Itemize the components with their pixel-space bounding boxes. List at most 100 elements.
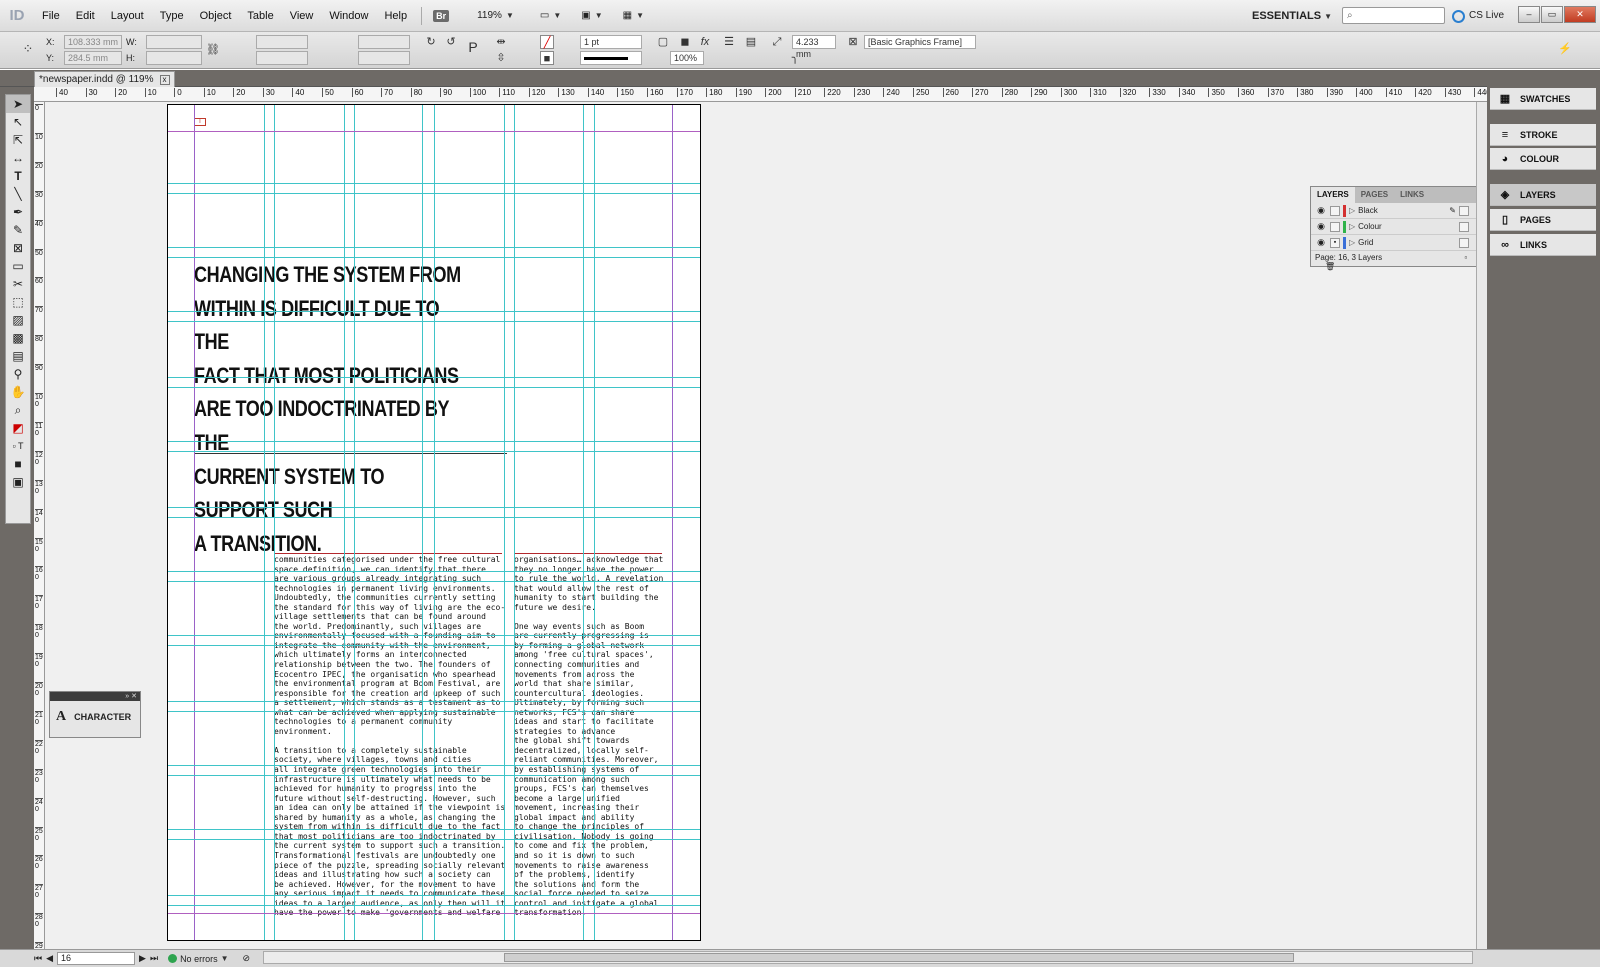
line-tool-icon[interactable]: ╲: [6, 185, 30, 203]
rotate-cw-icon[interactable]: ↻: [424, 35, 438, 49]
trash-icon[interactable]: 🗑: [1325, 262, 1335, 271]
direct-selection-tool-icon[interactable]: ↖: [6, 113, 30, 131]
object-style-icon[interactable]: ⊠: [846, 35, 860, 49]
tab-pages[interactable]: PAGES: [1355, 187, 1394, 203]
lock-icon[interactable]: ▪: [1330, 237, 1340, 248]
dock-item-links[interactable]: ∞ LINKS: [1490, 234, 1596, 256]
opacity-field[interactable]: 100%: [670, 51, 704, 65]
layer-target-icon[interactable]: [1459, 205, 1469, 216]
layer-row-grid[interactable]: ◉ ▪ ▷ Grid: [1311, 235, 1485, 251]
menu-type[interactable]: Type: [152, 0, 192, 32]
reference-point-icon[interactable]: ⁘: [18, 42, 38, 60]
fx-icon[interactable]: fx: [698, 35, 712, 49]
menu-file[interactable]: File: [34, 0, 68, 32]
menu-edit[interactable]: Edit: [68, 0, 103, 32]
page-tool-icon[interactable]: ⇱: [6, 131, 30, 149]
scroll-thumb[interactable]: [504, 953, 1294, 962]
menu-view[interactable]: View: [282, 0, 322, 32]
layer-row-black[interactable]: ◉ ▷ Black ✎: [1311, 203, 1485, 219]
shear-field[interactable]: [358, 51, 410, 65]
pencil-tool-icon[interactable]: ✎: [6, 221, 30, 239]
page-number-field[interactable]: 16: [57, 952, 136, 965]
last-page-icon[interactable]: ⏭: [150, 953, 158, 964]
constrain-proportions-icon[interactable]: ⛓: [206, 43, 220, 57]
dock-item-pages[interactable]: ▯ PAGES: [1490, 209, 1596, 231]
dock-item-layers[interactable]: ◈ LAYERS: [1490, 184, 1596, 206]
object-style-dropdown[interactable]: [Basic Graphics Frame]: [864, 35, 976, 49]
gradient-tool-icon[interactable]: ▨: [6, 311, 30, 329]
menu-table[interactable]: Table: [239, 0, 281, 32]
search-input[interactable]: ⌕: [1342, 7, 1445, 24]
rectangle-frame-tool-icon[interactable]: ⊠: [6, 239, 30, 257]
scissors-tool-icon[interactable]: ✂: [6, 275, 30, 293]
gap-tool-icon[interactable]: ↔: [6, 149, 30, 167]
scale-y-field[interactable]: [256, 51, 308, 65]
fill-stroke-icon[interactable]: ◩: [6, 419, 30, 437]
flip-vertical-icon[interactable]: ⇳: [494, 51, 508, 65]
minimize-button[interactable]: –: [1518, 6, 1540, 23]
x-field[interactable]: 108.333 mm: [64, 35, 122, 49]
body-text-column-left[interactable]: communities categorised under the free c…: [274, 555, 508, 941]
next-page-icon[interactable]: ▶: [139, 953, 146, 964]
hand-tool-icon[interactable]: ✋: [6, 383, 30, 401]
vertical-ruler[interactable]: 0 10 20 30 40 50 60 70 80 90 100 110 120 130 140 150 160…: [34, 102, 45, 949]
scale-x-field[interactable]: [256, 35, 308, 49]
free-transform-tool-icon[interactable]: ⬚: [6, 293, 30, 311]
document-page[interactable]: T CHANGING THE SYSTEM FROM WITHIN IS DIF…: [167, 104, 701, 941]
type-tool-icon[interactable]: T: [6, 167, 30, 185]
document-tab[interactable]: *newspaper.indd @ 119% x: [34, 71, 175, 87]
quick-apply-icon[interactable]: ⚡: [1558, 42, 1572, 56]
arrange-documents-button[interactable]: ▦ ▼: [618, 6, 649, 26]
horizontal-scrollbar[interactable]: [263, 951, 1473, 964]
formatting-affects-icon[interactable]: ▫ T: [6, 437, 30, 455]
tab-layers[interactable]: LAYERS: [1311, 187, 1355, 203]
text-path-icon[interactable]: P: [466, 40, 480, 54]
restore-button[interactable]: ▭: [1541, 6, 1563, 23]
lock-toggle[interactable]: [1330, 205, 1340, 216]
rectangle-tool-icon[interactable]: ▭: [6, 257, 30, 275]
screen-mode-icon[interactable]: ▣: [6, 473, 30, 491]
menu-help[interactable]: Help: [376, 0, 415, 32]
dock-item-colour[interactable]: ◕ COLOUR: [1490, 148, 1596, 170]
preflight-status[interactable]: No errors ▼: [168, 954, 229, 964]
tab-links[interactable]: LINKS: [1394, 187, 1430, 203]
fitting-value-field[interactable]: 4.233 mm: [792, 35, 836, 59]
selection-tool-icon[interactable]: ➤: [6, 95, 30, 113]
text-wrap-bbox-icon[interactable]: ▤: [744, 35, 758, 49]
effects-icon[interactable]: ◼: [678, 35, 692, 49]
expand-triangle-icon[interactable]: ▷: [1349, 222, 1355, 231]
corner-options-icon[interactable]: ╮: [788, 51, 802, 65]
gradient-feather-tool-icon[interactable]: ▩: [6, 329, 30, 347]
vertical-scrollbar[interactable]: [1476, 102, 1487, 949]
preflight-panel-icon[interactable]: ⊘: [243, 953, 251, 964]
lock-toggle[interactable]: [1330, 221, 1340, 232]
view-options-button[interactable]: ▭ ▼: [535, 6, 566, 26]
visibility-eye-icon[interactable]: ◉: [1315, 221, 1327, 232]
zoom-tool-icon[interactable]: ⌕: [6, 401, 30, 419]
horizontal-ruler[interactable]: 40 30 20 10 0 10 20 30 40 50 60 70 80 90 100 110 120 130 1…: [34, 87, 1490, 102]
w-field[interactable]: [146, 35, 202, 49]
expand-triangle-icon[interactable]: ▷: [1349, 206, 1355, 215]
apply-color-icon[interactable]: ■: [6, 455, 30, 473]
dock-item-stroke[interactable]: ≡ STROKE: [1490, 124, 1596, 146]
menu-window[interactable]: Window: [321, 0, 376, 32]
h-field[interactable]: [146, 51, 202, 65]
flip-horizontal-icon[interactable]: ⇹: [494, 35, 508, 49]
note-tool-icon[interactable]: ▤: [6, 347, 30, 365]
layer-target-icon[interactable]: [1459, 221, 1469, 232]
menu-layout[interactable]: Layout: [103, 0, 152, 32]
visibility-eye-icon[interactable]: ◉: [1315, 205, 1327, 216]
previous-page-icon[interactable]: ◀: [46, 953, 53, 964]
y-field[interactable]: 284.5 mm: [64, 51, 122, 65]
headline-text-frame[interactable]: CHANGING THE SYSTEM FROM WITHIN IS DIFFI…: [194, 258, 465, 560]
close-button[interactable]: ✕: [1564, 6, 1596, 23]
character-panel[interactable]: » ✕ A CHARACTER: [49, 691, 141, 738]
layer-row-colour[interactable]: ◉ ▷ Colour: [1311, 219, 1485, 235]
zoom-level-dropdown[interactable]: 119% ▼: [472, 6, 519, 26]
auto-fit-icon[interactable]: ⤢: [770, 35, 784, 49]
drop-shadow-icon[interactable]: ▢: [656, 35, 670, 49]
dock-item-swatches[interactable]: ▦ SWATCHES: [1490, 88, 1596, 110]
visibility-eye-icon[interactable]: ◉: [1315, 237, 1327, 248]
body-text-column-right[interactable]: organisations… acknowledge that they no …: [514, 555, 668, 941]
bridge-button[interactable]: Br: [428, 6, 454, 26]
